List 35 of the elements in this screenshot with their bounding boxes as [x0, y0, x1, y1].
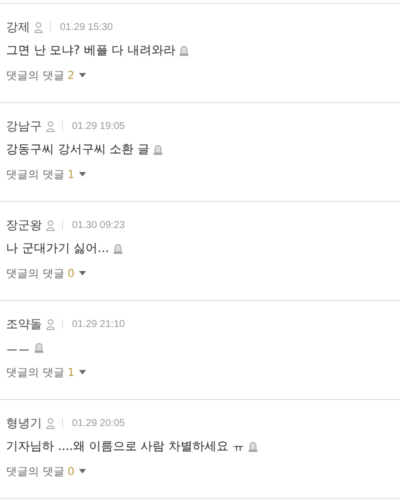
- replies-toggle[interactable]: 댓글의 댓글 1: [6, 365, 86, 380]
- person-icon: [46, 418, 55, 428]
- replies-toggle[interactable]: 댓글의 댓글 1: [6, 167, 86, 182]
- comment-text: 기자님하 ....왜 이름으로 사람 차별하세요 ㅠ: [6, 438, 244, 455]
- replies-toggle[interactable]: 댓글의 댓글 0: [6, 266, 86, 281]
- comment-author[interactable]: 강제: [6, 18, 30, 36]
- report-icon[interactable]: [248, 441, 258, 452]
- comment-time: 01.29 21:10: [72, 318, 125, 330]
- comment-time: 01.29 15:30: [60, 22, 113, 32]
- report-icon[interactable]: [113, 243, 124, 254]
- caret-icon: [78, 469, 86, 474]
- report-icon[interactable]: [153, 144, 164, 155]
- caret-icon: [78, 172, 86, 177]
- comment-author[interactable]: 장군왕: [6, 216, 42, 234]
- caret-icon: [78, 73, 86, 78]
- comment-text: 나 군대가기 싫어...: [6, 240, 110, 257]
- replies-toggle[interactable]: 댓글의 댓글 0: [6, 464, 86, 479]
- caret-icon: [78, 370, 86, 375]
- report-icon[interactable]: [179, 45, 190, 56]
- person-icon: [34, 22, 43, 32]
- report-icon[interactable]: [34, 342, 44, 353]
- comment-author[interactable]: 조약돌: [6, 316, 42, 332]
- comment-author[interactable]: 형녕기: [6, 414, 42, 432]
- comment-text: 그면 난 모냐? 베플 다 내려와라: [6, 42, 176, 59]
- person-icon: [46, 120, 55, 132]
- caret-icon: [78, 271, 86, 276]
- replies-toggle[interactable]: 댓글의 댓글 2: [6, 68, 86, 83]
- comment-text: 강동구씨 강서구씨 소환 글: [6, 141, 150, 158]
- comment-time: 01.30 09:23: [72, 220, 125, 230]
- person-icon: [46, 318, 55, 330]
- comment-time: 01.29 19:05: [72, 120, 125, 132]
- comment-time: 01.29 20:05: [72, 418, 125, 428]
- comment-author[interactable]: 강남구: [6, 118, 42, 134]
- person-icon: [46, 220, 55, 230]
- comment-text: ㅡㅡ: [6, 339, 30, 356]
